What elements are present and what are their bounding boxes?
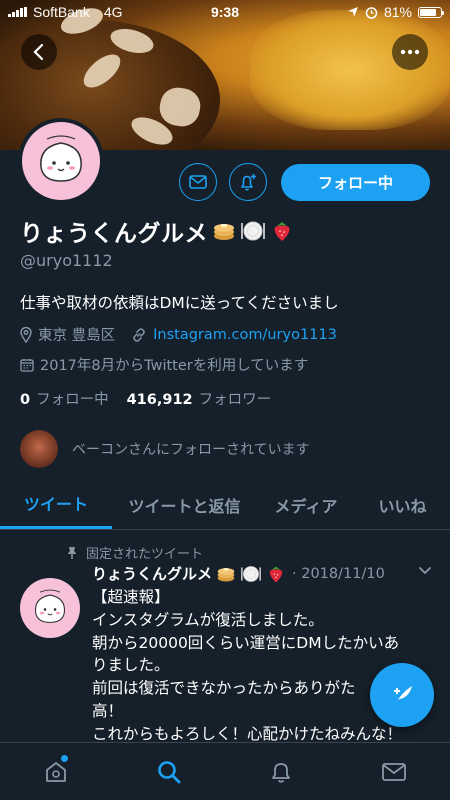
nav-home[interactable] [26,743,86,800]
tab-tweets[interactable]: ツイート [0,480,112,529]
followed-by-row[interactable]: ベーコンさんにフォローされています [20,430,310,468]
network-label: 4G [103,4,123,20]
location-text: 東京 豊島区 [38,328,116,344]
status-bar: SoftBank 4G 9:38 81% [0,0,450,24]
battery-icon [418,6,444,18]
mail-icon [189,175,207,189]
plate-emoji-icon [240,564,262,584]
following-button[interactable]: フォロー中 [281,164,430,201]
display-name: りょうくんグルメ [20,214,294,248]
battery-percent: 81% [383,4,412,20]
unread-dot [61,754,69,762]
tweet-text[interactable]: 【超速報】 インスタグラムが復活しました。 朝から20000回くらい運営にDMし… [92,586,432,746]
tab-media[interactable]: メディア [257,480,355,529]
mascot-avatar-icon [34,589,66,623]
more-options-button[interactable] [392,34,428,70]
strawberry-emoji-icon [266,564,286,584]
pin-icon [67,546,77,559]
tweet-line: インスタグラムが復活しました。 [92,610,324,629]
search-icon [157,760,181,783]
profile-tabs: ツイート ツイートと返信 メディア いいね [0,480,450,530]
link-icon [133,327,145,342]
followers-count[interactable]: 416,912 [127,392,193,408]
tab-tweets-and-replies[interactable]: ツイートと返信 [112,480,257,529]
pinned-indicator: 固定されたツイート [66,543,203,562]
notifications-icon [272,762,291,783]
nav-search[interactable] [139,743,199,800]
messages-icon [381,762,406,781]
location-icon [347,7,358,17]
message-button[interactable] [179,163,217,201]
notifications-toggle-button[interactable] [229,163,267,201]
nav-messages[interactable] [364,743,424,800]
handle: @uryo1112 [20,251,113,270]
compose-feather-icon [394,686,412,704]
pinned-label: 固定されたツイート [86,547,204,562]
tweet-author-name[interactable]: りょうくんグルメ [92,563,212,584]
tweet-line: 【超速報】 [92,588,170,606]
plate-emoji-icon [240,219,266,243]
follower-avatar [20,430,58,468]
calendar-icon [20,358,34,372]
chevron-left-icon [33,43,44,61]
carrier-label: SoftBank [33,4,90,20]
joined-text: 2017年8月からTwitterを利用しています [40,358,309,374]
nav-notifications[interactable] [251,743,311,800]
strawberry-emoji-icon [270,219,294,243]
chevron-down-icon[interactable] [418,566,432,576]
bell-plus-icon [241,174,256,191]
tab-likes[interactable]: いいね [355,480,450,529]
back-button[interactable] [21,34,57,70]
tweet-date[interactable]: · 2018/11/10 [292,566,385,582]
following-label[interactable]: フォロー中 [36,388,109,409]
home-icon [46,761,67,782]
follow-stats: 0 フォロー中 416,912 フォロワー [20,388,271,409]
profile-avatar[interactable] [18,118,104,204]
alarm-icon [365,6,378,19]
followers-label[interactable]: フォロワー [199,388,272,409]
bottom-navigation [0,742,450,800]
compose-tweet-button[interactable] [370,663,434,727]
pancake-emoji-icon [212,219,236,243]
pancake-emoji-icon [216,564,236,584]
tweet-line: 朝から20000回くらい運営にDMしたかいあ [92,633,400,652]
profile-link[interactable]: Instagram.com/uryo1113 [153,327,337,343]
following-count[interactable]: 0 [20,392,30,408]
location-pin-icon [20,326,32,343]
signal-icon [8,7,27,17]
joined-date-row: 2017年8月からTwitterを利用しています [20,354,308,375]
location-link-row: 東京 豊島区 Instagram.com/uryo1113 [20,324,337,345]
tweet-author-avatar[interactable] [20,578,80,638]
display-name-text: りょうくんグルメ [20,221,208,247]
followed-by-text: ベーコンさんにフォローされています [72,442,310,458]
more-icon [400,49,420,55]
bio: 仕事や取材の依頼はDMに送ってくださいまし [20,294,339,312]
mascot-avatar-icon [40,135,82,182]
tweet-header: りょうくんグルメ · 2018/11/10 [92,563,385,584]
